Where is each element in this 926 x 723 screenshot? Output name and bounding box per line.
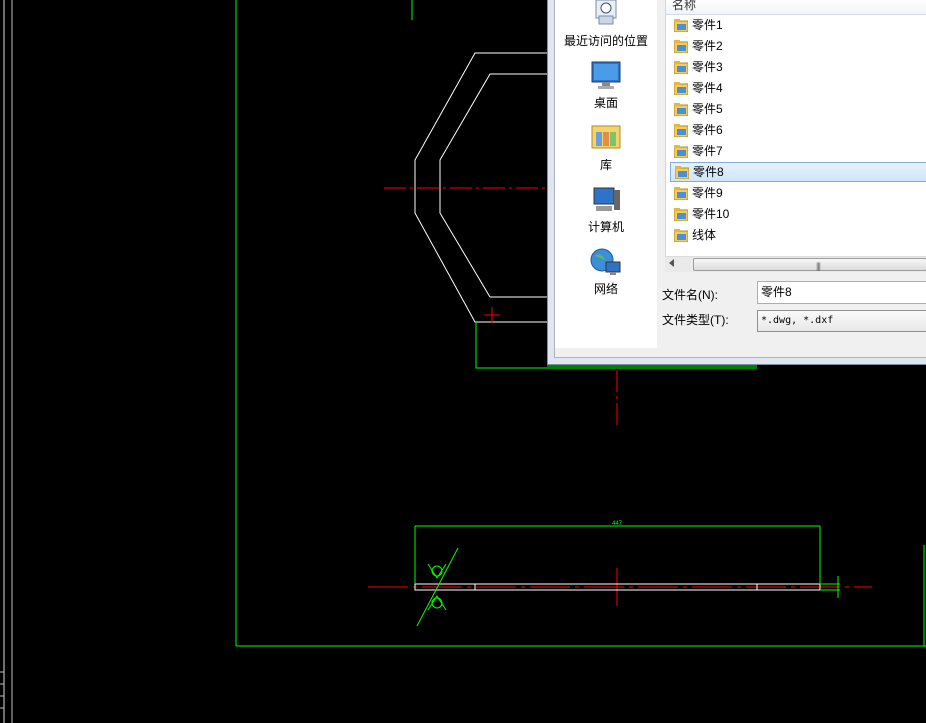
list-item[interactable]: 零件3 [670, 57, 926, 77]
place-computer[interactable]: 计算机 [555, 184, 657, 235]
place-desktop[interactable]: 桌面 [555, 60, 657, 111]
file-open-dialog: 最近访问的位置 桌面 库 计算机 网络 名称 零件1 零件2 零件3 零件4 零… [547, 0, 926, 365]
list-item-label: 零件5 [692, 102, 723, 116]
libraries-icon [590, 122, 622, 154]
folder-icon [673, 207, 689, 222]
list-item-label: 零件9 [692, 186, 723, 200]
folder-icon [673, 228, 689, 243]
filename-input[interactable]: 零件8 [757, 281, 926, 304]
list-item-label: 零件7 [692, 144, 723, 158]
list-item[interactable]: 零件8 [670, 162, 926, 182]
list-item[interactable]: 零件2 [670, 36, 926, 56]
folder-icon [673, 60, 689, 75]
dimension-text: 447 [612, 521, 623, 527]
place-label: 最近访问的位置 [563, 34, 648, 48]
list-item[interactable]: 零件4 [670, 78, 926, 98]
place-label: 库 [599, 158, 612, 172]
left-ruler-ticks [0, 671, 4, 709]
list-item[interactable]: 线体 [670, 225, 926, 245]
list-item-label: 线体 [692, 228, 717, 242]
scroll-left-arrow-icon[interactable] [669, 259, 674, 267]
list-item[interactable]: 零件5 [670, 99, 926, 119]
dialog-body: 最近访问的位置 桌面 库 计算机 网络 名称 零件1 零件2 零件3 零件4 零… [554, 0, 926, 358]
folder-icon [673, 144, 689, 159]
horizontal-scrollbar[interactable]: ||| [665, 256, 926, 272]
folder-icon [673, 102, 689, 117]
filetype-label: 文件类型(T): [662, 313, 729, 327]
list-item[interactable]: 零件10 [670, 204, 926, 224]
folder-icon [673, 123, 689, 138]
computer-icon [590, 184, 622, 216]
list-item[interactable]: 零件9 [670, 183, 926, 203]
list-item-label: 零件8 [693, 165, 724, 179]
folder-icon [674, 166, 690, 180]
place-label: 桌面 [593, 96, 618, 110]
column-header-name[interactable]: 名称 [666, 0, 926, 15]
places-bar: 最近访问的位置 桌面 库 计算机 网络 [555, 0, 657, 348]
place-libraries[interactable]: 库 [555, 122, 657, 173]
folder-icon [673, 81, 689, 96]
place-label: 计算机 [587, 220, 624, 234]
list-item[interactable]: 零件7 [670, 141, 926, 161]
filename-label: 文件名(N): [662, 288, 718, 302]
list-item-label: 零件10 [692, 207, 730, 221]
list-item-label: 零件1 [692, 18, 723, 32]
list-item-label: 零件2 [692, 39, 723, 53]
list-item-label: 零件4 [692, 81, 723, 95]
file-list[interactable]: 名称 零件1 零件2 零件3 零件4 零件5 零件6 零件7 零件8 零件9 零件10 线体 [665, 0, 926, 258]
folder-icon [673, 39, 689, 54]
place-network[interactable]: 网络 [555, 246, 657, 297]
folder-icon [673, 18, 689, 33]
recent-places-icon [590, 0, 622, 30]
list-item-label: 零件6 [692, 123, 723, 137]
network-icon [590, 246, 622, 278]
scroll-grip: ||| [816, 261, 821, 271]
list-item[interactable]: 零件6 [670, 120, 926, 140]
list-item[interactable]: 零件1 [670, 15, 926, 35]
filetype-select[interactable]: *.dwg, *.dxf [757, 310, 926, 332]
folder-icon [673, 186, 689, 201]
list-item-label: 零件3 [692, 60, 723, 74]
desktop-icon [590, 60, 622, 92]
place-recent[interactable]: 最近访问的位置 [555, 0, 657, 49]
scroll-thumb[interactable]: ||| [693, 258, 926, 271]
place-label: 网络 [593, 282, 618, 296]
